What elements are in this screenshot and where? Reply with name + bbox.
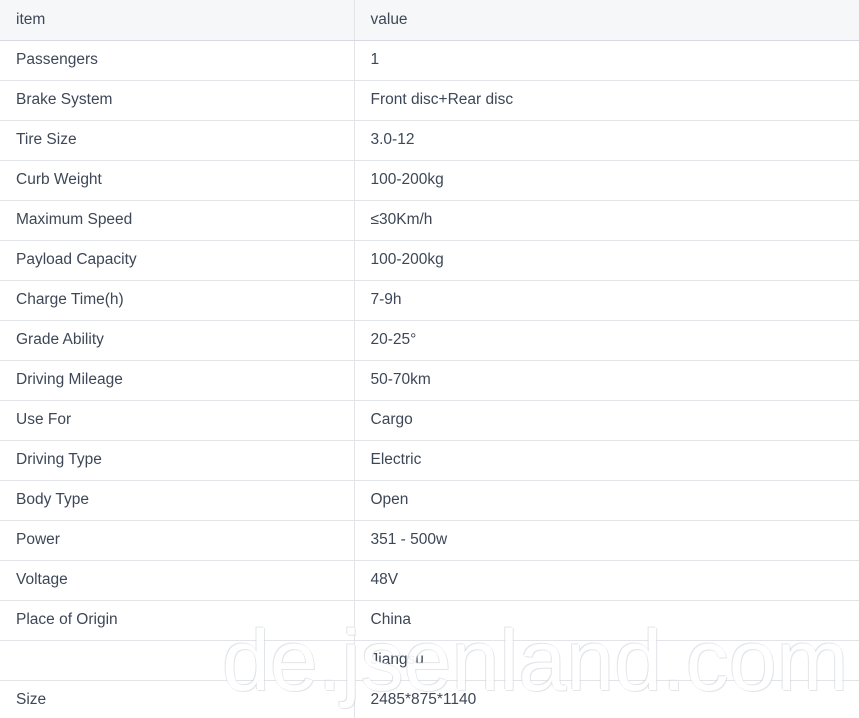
table-row: Driving Type Electric — [0, 440, 859, 481]
table-cell-item: Power — [0, 520, 355, 561]
table-cell-value: 50-70km — [354, 360, 859, 401]
table-cell-value: 351 - 500w — [354, 520, 859, 561]
table-cell-value: 7-9h — [354, 280, 859, 321]
table-cell-item: Brake System — [0, 80, 355, 121]
table-row: Voltage 48V — [0, 560, 859, 601]
table-cell-item: Size — [0, 680, 355, 718]
table-row: Maximum Speed ≤30Km/h — [0, 200, 859, 241]
table-row: Use For Cargo — [0, 400, 859, 441]
table-cell-item: Maximum Speed — [0, 200, 355, 241]
table-cell-value: Electric — [354, 440, 859, 481]
table-body: Passengers 1 Brake System Front disc+Rear d… — [0, 40, 859, 718]
table-row: Payload Capacity 100-200kg — [0, 240, 859, 281]
table-cell-item: Payload Capacity — [0, 240, 355, 281]
table-cell-value: 100-200kg — [354, 160, 859, 201]
table-cell-item — [0, 640, 355, 681]
table-row: Curb Weight 100-200kg — [0, 160, 859, 201]
table-row: Passengers 1 — [0, 40, 859, 81]
table-header-row: item value — [0, 0, 859, 41]
table-cell-item: Voltage — [0, 560, 355, 601]
table-row: Tire Size 3.0-12 — [0, 120, 859, 161]
table-cell-value: 20-25° — [354, 320, 859, 361]
table-cell-item: Grade Ability — [0, 320, 355, 361]
table-cell-item: Tire Size — [0, 120, 355, 161]
table-cell-value: Jiangsu — [354, 640, 859, 681]
table-cell-item: Driving Mileage — [0, 360, 355, 401]
table-cell-item: Place of Origin — [0, 600, 355, 641]
table-row: Driving Mileage 50-70km — [0, 360, 859, 401]
table-cell-value: 48V — [354, 560, 859, 601]
table-cell-value: 1 — [354, 40, 859, 81]
table-cell-value: China — [354, 600, 859, 641]
table-cell-item: Charge Time(h) — [0, 280, 355, 321]
table-cell-value: ≤30Km/h — [354, 200, 859, 241]
table-row: Grade Ability 20-25° — [0, 320, 859, 361]
table-row: Size 2485*875*1140 — [0, 680, 859, 718]
column-header-value: value — [354, 0, 859, 41]
table-cell-item: Driving Type — [0, 440, 355, 481]
table-row: Charge Time(h) 7-9h — [0, 280, 859, 321]
table-cell-value: Front disc+Rear disc — [354, 80, 859, 121]
table-header: item value — [0, 0, 859, 41]
table-row: Jiangsu — [0, 640, 859, 681]
table-row: Brake System Front disc+Rear disc — [0, 80, 859, 121]
table-cell-value: 3.0-12 — [354, 120, 859, 161]
specification-table: item value Passengers 1 Brake System Front … — [0, 0, 859, 718]
table-cell-value: Cargo — [354, 400, 859, 441]
table-row: Place of Origin China — [0, 600, 859, 641]
table-cell-value: 2485*875*1140 — [354, 680, 859, 718]
table-cell-item: Passengers — [0, 40, 355, 81]
table-cell-value: 100-200kg — [354, 240, 859, 281]
table-row: Body Type Open — [0, 480, 859, 521]
table-cell-item: Curb Weight — [0, 160, 355, 201]
table-cell-value: Open — [354, 480, 859, 521]
table-row: Power 351 - 500w — [0, 520, 859, 561]
column-header-item: item — [0, 0, 355, 41]
table-cell-item: Use For — [0, 400, 355, 441]
specification-table-container: item value Passengers 1 Brake System Front … — [0, 0, 859, 718]
table-cell-item: Body Type — [0, 480, 355, 521]
